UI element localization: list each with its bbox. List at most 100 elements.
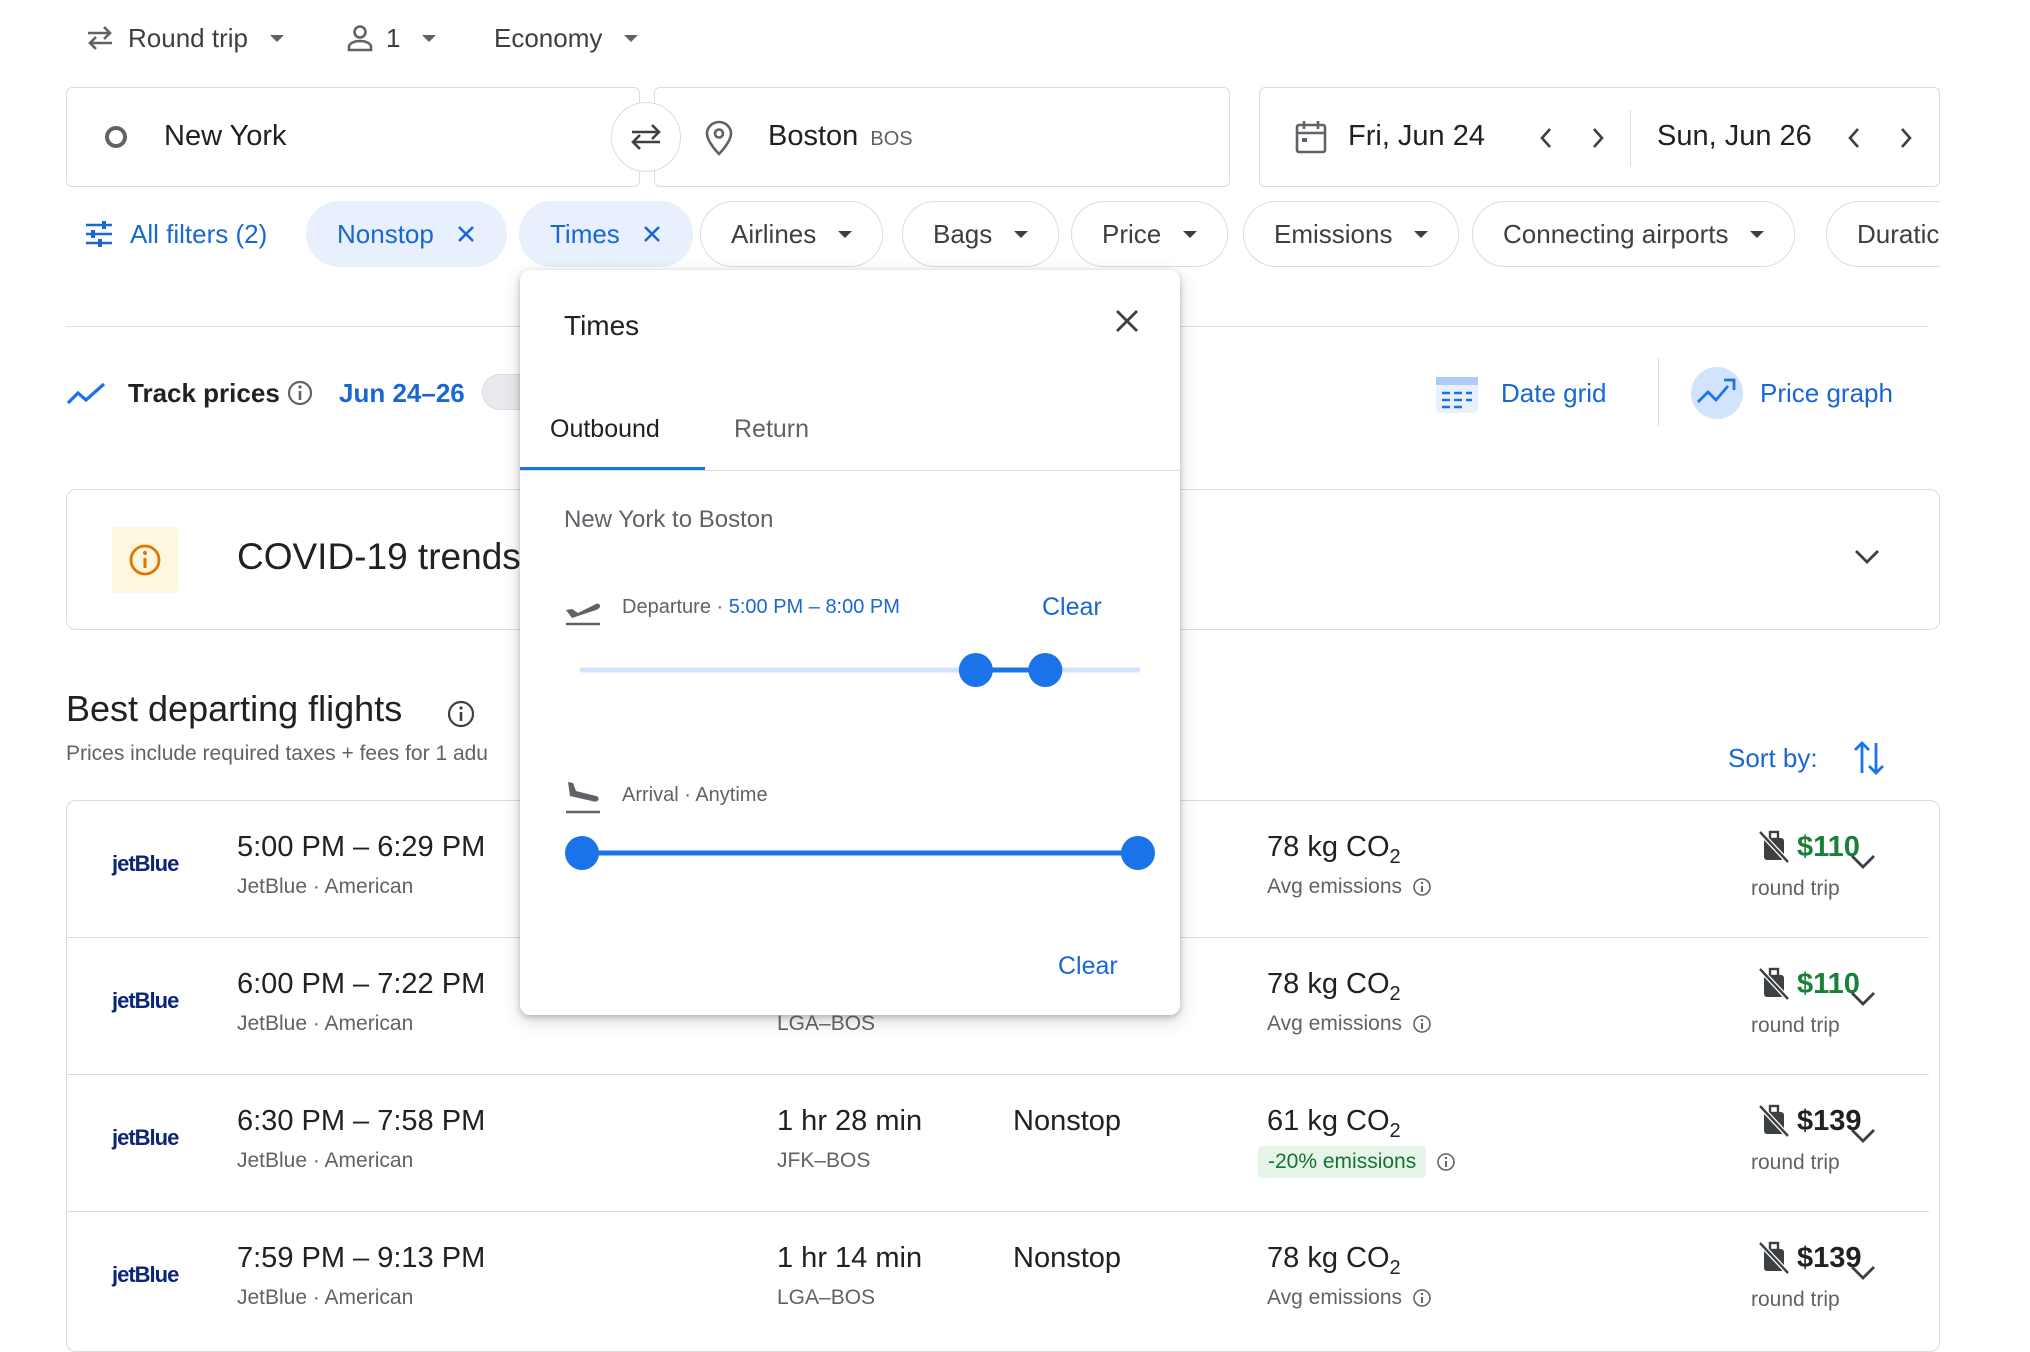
chevron-down-icon — [1183, 230, 1198, 238]
info-icon[interactable] — [286, 379, 314, 407]
flight-co2: 61 kg CO2 — [1267, 1105, 1401, 1142]
chip-nonstop[interactable]: Nonstop — [306, 201, 507, 267]
close-icon[interactable] — [642, 224, 662, 244]
person-icon — [347, 25, 373, 52]
chip-bags-label: Bags — [933, 218, 993, 249]
swap-horizontal-icon — [631, 124, 661, 150]
departure-slider[interactable] — [560, 650, 1160, 690]
info-icon[interactable] — [1412, 877, 1432, 897]
price-graph-button[interactable]: Price graph — [1690, 366, 1893, 420]
chip-times[interactable]: Times — [519, 201, 693, 267]
trip-type-select[interactable]: Round trip — [84, 14, 284, 62]
arrival-label: Arrival — [622, 784, 679, 806]
flight-route: JFK–BOS — [777, 1149, 871, 1172]
destination-code: BOS — [870, 128, 913, 150]
arrival-slider[interactable] — [560, 833, 1160, 873]
flight-emissions: Avg emissions — [1267, 1286, 1432, 1310]
info-icon[interactable] — [446, 699, 476, 729]
flight-route: LGA–BOS — [777, 1286, 876, 1309]
departure-slider-min-handle — [958, 653, 993, 687]
price-graph-label: Price graph — [1760, 377, 1893, 408]
table-row[interactable]: jetBlue 6:30 PM – 7:58 PM JetBlue · Amer… — [67, 1075, 1929, 1212]
airline-logo: jetBlue — [112, 1262, 179, 1287]
flight-duration: 1 hr 14 min — [777, 1242, 923, 1274]
chevron-down-icon — [1014, 230, 1029, 238]
destination-text: Boston BOS — [768, 120, 913, 153]
no-carry-on-bag-icon — [1758, 830, 1790, 864]
no-carry-on-bag-icon — [1758, 967, 1790, 1001]
chip-price[interactable]: Price — [1071, 201, 1229, 267]
flight-times: 7:59 PM – 9:13 PM — [237, 1242, 486, 1274]
chip-times-label: Times — [550, 218, 620, 249]
chevron-down-icon — [838, 230, 853, 238]
chip-emissions[interactable]: Emissions — [1243, 201, 1460, 267]
chevron-left-icon[interactable] — [1846, 126, 1862, 150]
close-icon[interactable] — [456, 224, 476, 244]
chevron-down-icon[interactable] — [1849, 1127, 1877, 1145]
cabin-select[interactable]: Economy — [494, 14, 639, 62]
tab-outbound[interactable]: Outbound — [550, 415, 660, 444]
dates-field[interactable]: Fri, Jun 24 Sun, Jun 26 — [1259, 87, 1940, 187]
sort-arrows-icon — [1853, 741, 1884, 775]
chip-bags[interactable]: Bags — [902, 201, 1060, 267]
date-grid-icon — [1436, 377, 1478, 413]
table-row[interactable]: jetBlue 7:59 PM – 9:13 PM JetBlue · Amer… — [67, 1212, 1929, 1349]
airline-logo: jetBlue — [112, 988, 179, 1013]
route-label: New York to Boston — [564, 506, 774, 533]
chevron-down-icon[interactable] — [1849, 990, 1877, 1008]
swap-origin-destination-button[interactable] — [611, 102, 681, 172]
sort-button[interactable]: Sort by: — [1728, 736, 1886, 780]
tab-return[interactable]: Return — [734, 415, 809, 444]
info-icon[interactable] — [1412, 1014, 1432, 1034]
chevron-down-icon[interactable] — [1853, 548, 1881, 566]
passengers-count: 1 — [386, 22, 401, 53]
landing-icon — [566, 782, 600, 814]
chip-duration[interactable]: Duratic — [1826, 201, 1940, 267]
chevron-down-icon[interactable] — [1849, 853, 1877, 871]
chevron-right-icon[interactable] — [1590, 126, 1606, 150]
all-filters-button[interactable]: All filters (2) — [84, 214, 267, 254]
arrival-text: Arrival · Anytime — [622, 784, 768, 806]
passengers-select[interactable]: 1 — [346, 14, 437, 62]
sort-label: Sort by: — [1728, 742, 1818, 773]
flight-emissions: -20% emissions — [1258, 1146, 1456, 1178]
chevron-down-icon[interactable] — [1849, 1264, 1877, 1282]
chip-airlines[interactable]: Airlines — [700, 201, 884, 267]
date-grid-button[interactable]: Date grid — [1433, 368, 1607, 418]
arrival-slider-min-handle — [565, 836, 599, 870]
close-icon[interactable] — [1113, 307, 1141, 335]
depart-date[interactable]: Fri, Jun 24 — [1348, 120, 1485, 153]
flight-duration: 1 hr 28 min — [777, 1105, 923, 1137]
info-icon[interactable] — [1436, 1152, 1456, 1172]
cabin-label: Economy — [494, 22, 603, 53]
trend-line-icon — [66, 382, 106, 405]
info-icon — [129, 544, 161, 576]
destination-field[interactable]: Boston BOS — [654, 87, 1230, 187]
emissions-badge: -20% emissions — [1258, 1146, 1427, 1178]
origin-field[interactable]: New York — [66, 87, 640, 187]
chevron-left-icon[interactable] — [1538, 126, 1554, 150]
price-note: round trip — [1751, 1014, 1840, 1037]
return-date[interactable]: Sun, Jun 26 — [1657, 120, 1812, 153]
flight-emissions: Avg emissions — [1267, 1012, 1432, 1036]
all-filters-label: All filters (2) — [130, 218, 268, 249]
price-note: round trip — [1751, 877, 1840, 900]
flight-co2: 78 kg CO2 — [1267, 968, 1401, 1005]
chip-connecting-airports[interactable]: Connecting airports — [1472, 201, 1796, 267]
no-carry-on-bag-icon — [1758, 1241, 1790, 1275]
clear-all-button[interactable]: Clear — [1058, 952, 1118, 981]
flight-co2: 78 kg CO2 — [1267, 1242, 1401, 1279]
chevron-right-icon[interactable] — [1898, 126, 1914, 150]
date-separator — [1630, 110, 1631, 166]
flight-emissions: Avg emissions — [1267, 875, 1432, 899]
track-prices-label: Track prices — [128, 378, 280, 408]
flight-stops: Nonstop — [1013, 1242, 1122, 1274]
chevron-down-icon — [269, 34, 284, 42]
departure-text: Departure · 5:00 PM – 8:00 PM — [622, 596, 900, 618]
flight-times: 6:30 PM – 7:58 PM — [237, 1105, 486, 1137]
flight-airlines: JetBlue · American — [237, 1149, 414, 1172]
flight-price: $139 — [1757, 1240, 1862, 1276]
popup-title: Times — [564, 310, 640, 341]
departure-clear-button[interactable]: Clear — [1042, 593, 1102, 622]
info-icon[interactable] — [1412, 1288, 1432, 1308]
